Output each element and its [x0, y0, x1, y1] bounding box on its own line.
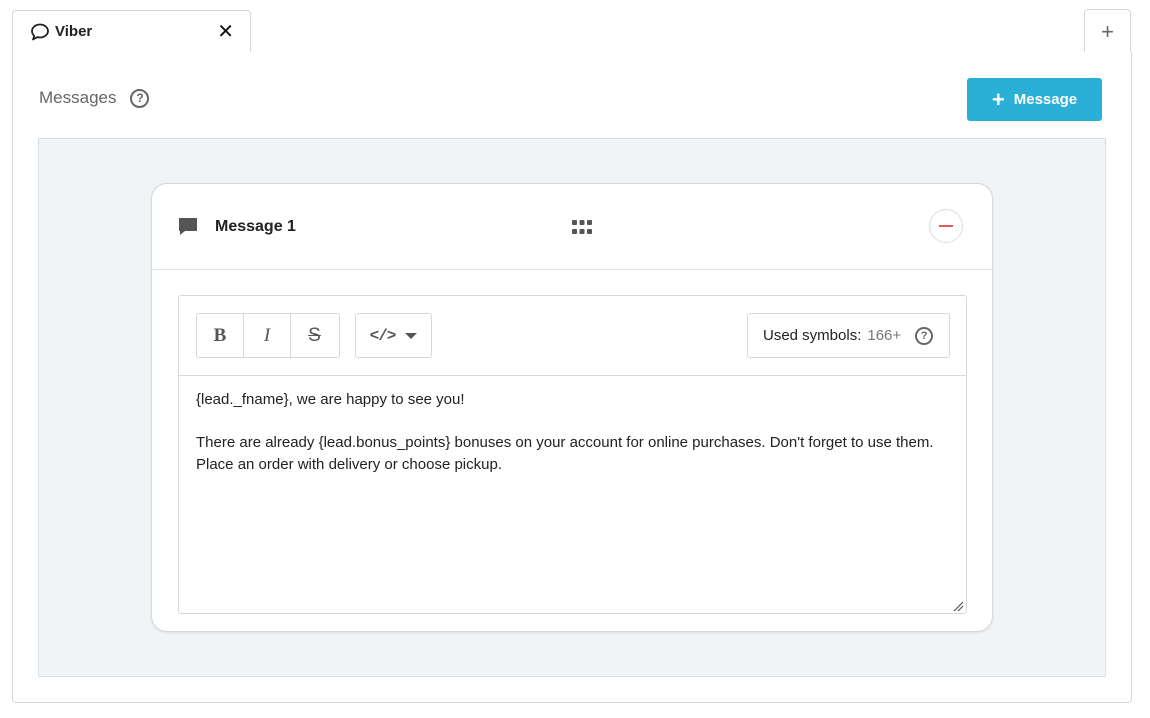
resize-handle-icon[interactable] [952, 599, 964, 612]
variables-dropdown[interactable]: </> [355, 313, 432, 358]
page-title: Messages [39, 88, 117, 107]
strikethrough-button[interactable]: S [291, 314, 338, 357]
chevron-down-icon [405, 332, 418, 339]
drag-handle-icon[interactable] [572, 220, 592, 234]
message-editor: B I S </> Used symbols: 166+ ? {lead._fn… [178, 295, 967, 614]
plus-icon: + [991, 86, 1005, 112]
message-line: There are already {lead.bonus_points} bo… [196, 434, 934, 473]
section-header: Messages ? [39, 88, 150, 108]
add-tab-button[interactable]: + [1084, 9, 1131, 53]
speech-bubble-icon [30, 22, 50, 42]
help-icon[interactable]: ? [915, 326, 934, 345]
used-symbols-count: 166+ [867, 327, 902, 344]
message-card: Message 1 B I S </> Used symbols: 166+ ?… [151, 183, 993, 632]
message-title: Message 1 [215, 218, 296, 235]
tab-viber[interactable]: Viber ✕ [12, 10, 251, 53]
message-line: {lead._fname}, we are happy to see you! [196, 391, 465, 408]
bold-button[interactable]: B [197, 314, 244, 357]
code-icon: </> [369, 326, 397, 345]
add-message-button[interactable]: + Message [967, 78, 1102, 121]
italic-button[interactable]: I [244, 314, 291, 357]
remove-message-button[interactable] [929, 209, 963, 243]
close-icon[interactable]: ✕ [217, 22, 234, 42]
used-symbols-label: Used symbols: [763, 327, 862, 344]
minus-icon [939, 225, 953, 227]
message-text-area[interactable]: {lead._fname}, we are happy to see you! … [196, 389, 946, 497]
add-message-label: Message [1013, 91, 1078, 108]
message-card-header: Message 1 [152, 184, 992, 270]
tab-label: Viber [55, 23, 93, 40]
format-button-group: B I S [196, 313, 340, 358]
help-icon[interactable]: ? [130, 88, 150, 108]
used-symbols-counter: Used symbols: 166+ ? [747, 313, 950, 358]
editor-toolbar: B I S </> Used symbols: 166+ ? [179, 296, 966, 376]
comment-icon [177, 216, 199, 238]
